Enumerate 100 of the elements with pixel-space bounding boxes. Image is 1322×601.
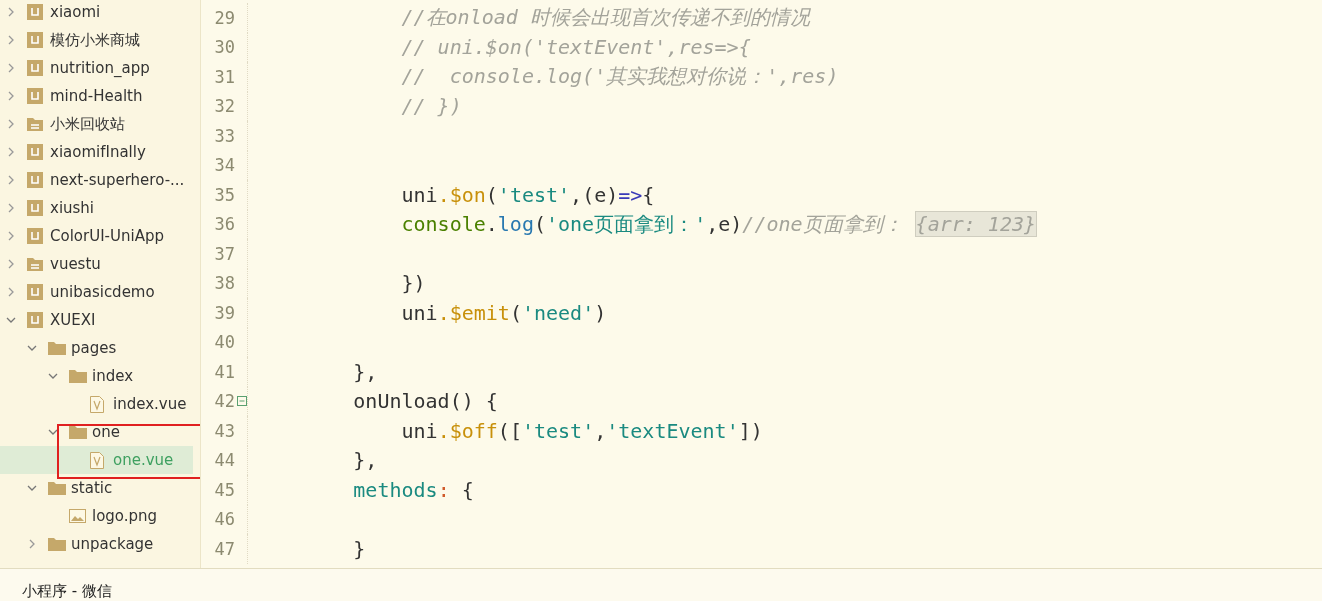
code-line: uni.$emit('need') <box>400 300 607 325</box>
item-label: pages <box>71 339 117 357</box>
code-line: // uni.$on('textEvent',res=>{ <box>400 35 751 60</box>
panel-title: 小程序 - 微信 <box>22 582 112 600</box>
line-number: 38 <box>214 273 235 294</box>
line-number: 37 <box>214 243 235 264</box>
line-number: 35 <box>214 184 235 205</box>
line-number: 47 <box>214 538 235 559</box>
chevron-right-icon[interactable] <box>6 287 16 297</box>
code-line: }) <box>400 271 426 296</box>
tree-item[interactable]: xiaomi <box>0 0 193 26</box>
item-label: XUEXI <box>50 311 96 329</box>
code-line: methods: { <box>352 477 474 502</box>
item-label: xiaomifInally <box>50 143 146 161</box>
project-icon <box>27 228 43 244</box>
item-label: mind-Health <box>50 87 143 105</box>
code-line: onUnload() { <box>352 389 498 414</box>
project-icon <box>27 4 43 20</box>
line-number: 36 <box>214 214 235 235</box>
code-line: uni.$on('test',(e)=>{ <box>400 182 655 207</box>
project-icon <box>27 60 43 76</box>
line-number: 41 <box>214 361 235 382</box>
tree-item[interactable]: XUEXI <box>0 306 193 334</box>
item-label: next-superhero-... <box>50 171 185 189</box>
tree-item[interactable]: 小米回收站 <box>0 110 193 138</box>
chevron-down-icon[interactable] <box>27 343 37 353</box>
chevron-right-icon[interactable] <box>6 259 16 269</box>
tree-item[interactable]: nutrition_app <box>0 54 193 82</box>
line-number: 42 <box>214 391 235 412</box>
line-number: 39 <box>214 302 235 323</box>
item-label: xiushi <box>50 199 95 217</box>
line-number: 33 <box>214 125 235 146</box>
project-icon <box>27 88 43 104</box>
code-line: //在onload 时候会出现首次传递不到的情况 <box>400 5 810 30</box>
tree-item[interactable]: pages <box>0 334 193 362</box>
tree-item[interactable]: 模仿小米商城 <box>0 26 193 54</box>
chevron-right-icon[interactable] <box>6 63 16 73</box>
collapse-icon[interactable] <box>236 396 247 407</box>
tree-item[interactable]: vuestu <box>0 250 193 278</box>
inline-value-hint: {arr: 123} <box>914 210 1037 237</box>
line-number: 45 <box>214 479 235 500</box>
folder-icon <box>69 425 87 439</box>
code-line: } <box>352 536 366 561</box>
tree-item[interactable]: mind-Health <box>0 82 193 110</box>
chevron-down-icon[interactable] <box>48 427 58 437</box>
chevron-right-icon[interactable] <box>27 539 37 549</box>
folder-icon <box>27 257 43 271</box>
item-label: logo.png <box>92 507 158 525</box>
item-label: vuestu <box>50 255 101 273</box>
folder-icon <box>27 117 43 131</box>
item-label: unibasicdemo <box>50 283 155 301</box>
chevron-right-icon[interactable] <box>6 203 16 213</box>
line-number: 30 <box>214 37 235 58</box>
chevron-right-icon[interactable] <box>6 91 16 101</box>
item-label: ColorUI-UniApp <box>50 227 164 245</box>
file-icon <box>90 451 104 469</box>
item-label: 模仿小米商城 <box>50 30 140 50</box>
item-label: index <box>92 367 134 385</box>
tree-item[interactable]: index.vue <box>0 390 193 418</box>
code-line: // console.log('其实我想对你说：',res) <box>400 64 839 89</box>
folder-icon <box>48 341 66 355</box>
item-label: one.vue <box>113 451 174 469</box>
code-line: console.log('one页面拿到：',e)//one页面拿到： {arr: 123} <box>400 210 1037 237</box>
tree-item[interactable]: xiaomifInally <box>0 138 193 166</box>
item-label: nutrition_app <box>50 59 150 77</box>
tree-item[interactable]: index <box>0 362 193 390</box>
folder-icon <box>69 369 87 383</box>
project-icon <box>27 200 43 216</box>
chevron-down-icon[interactable] <box>27 483 37 493</box>
code-line: // }) <box>400 94 462 119</box>
tree-item[interactable]: one <box>0 418 193 446</box>
project-icon <box>27 312 43 328</box>
tree-item[interactable]: xiushi <box>0 194 193 222</box>
chevron-right-icon[interactable] <box>6 119 16 129</box>
code-line: }, <box>352 448 378 473</box>
project-icon <box>27 172 43 188</box>
chevron-down-icon[interactable] <box>6 315 16 325</box>
tree-item[interactable]: ColorUI-UniApp <box>0 222 193 250</box>
chevron-right-icon[interactable] <box>6 175 16 185</box>
line-number: 32 <box>214 96 235 117</box>
item-label: xiaomi <box>50 3 101 21</box>
project-icon <box>27 284 43 300</box>
folder-icon <box>48 537 66 551</box>
chevron-down-icon[interactable] <box>48 371 58 381</box>
line-number: 40 <box>214 332 235 353</box>
tree-item[interactable]: logo.png <box>0 502 193 530</box>
chevron-right-icon[interactable] <box>6 35 16 45</box>
tree-item[interactable]: unibasicdemo <box>0 278 193 306</box>
code-line: uni.$off(['test','textEvent']) <box>400 418 763 443</box>
chevron-right-icon[interactable] <box>6 7 16 17</box>
image-file-icon <box>69 509 86 523</box>
chevron-right-icon[interactable] <box>6 231 16 241</box>
tree-item[interactable]: unpackage <box>0 530 193 558</box>
file-icon <box>90 395 104 413</box>
project-icon <box>27 144 43 160</box>
tree-item[interactable]: static <box>0 474 193 502</box>
line-number: 44 <box>214 450 235 471</box>
item-label: unpackage <box>71 535 154 553</box>
tree-item[interactable]: next-superhero-... <box>0 166 193 194</box>
chevron-right-icon[interactable] <box>6 147 16 157</box>
